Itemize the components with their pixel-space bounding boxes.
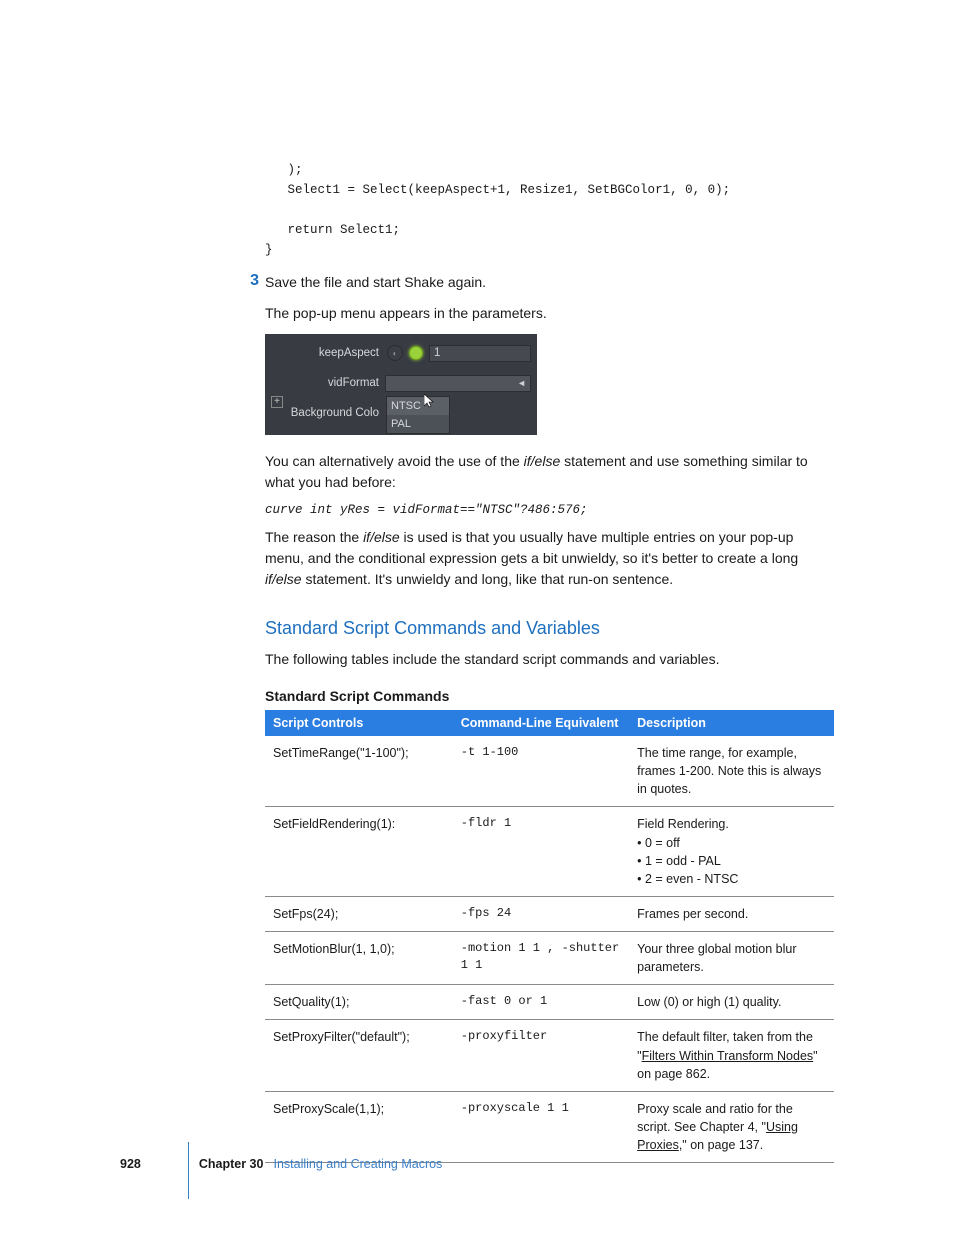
text: statement. It's unwieldy and long, like … bbox=[302, 571, 674, 587]
commands-table: Script Controls Command-Line Equivalent … bbox=[265, 710, 834, 1163]
text: You can alternatively avoid the use of t… bbox=[265, 453, 524, 469]
toggle-icon bbox=[409, 346, 423, 360]
cell-cmdline: -proxyfilter bbox=[453, 1020, 629, 1091]
param-label-bgcolor: Background Colo bbox=[271, 407, 385, 419]
table-row: SetQuality(1);-fast 0 or 1Low (0) or hig… bbox=[265, 985, 834, 1020]
italic-term: if/else bbox=[265, 571, 302, 587]
table-row: SetMotionBlur(1, 1,0);-motion 1 1 , -shu… bbox=[265, 932, 834, 985]
table-header: Script Controls bbox=[265, 710, 453, 736]
cell-description: The default filter, taken from the "Filt… bbox=[629, 1020, 834, 1091]
popup-option-ntsc[interactable]: NTSC bbox=[387, 397, 449, 415]
cross-ref-link[interactable]: Using Proxies bbox=[637, 1120, 798, 1152]
popup-option-pal[interactable]: PAL bbox=[387, 415, 449, 433]
section-heading: Standard Script Commands and Variables bbox=[265, 618, 834, 639]
subsection-heading: Standard Script Commands bbox=[265, 688, 834, 704]
paragraph: You can alternatively avoid the use of t… bbox=[265, 451, 834, 493]
param-label-vidformat: vidFormat bbox=[271, 377, 385, 389]
code-block-1: ); Select1 = Select(keepAspect+1, Resize… bbox=[265, 160, 834, 260]
cell-script: SetQuality(1); bbox=[265, 985, 453, 1020]
table-row: SetFieldRendering(1):-fldr 1Field Render… bbox=[265, 807, 834, 897]
table-row: SetProxyScale(1,1);-proxyscale 1 1Proxy … bbox=[265, 1091, 834, 1162]
code-line: curve int yRes = vidFormat=="NTSC"?486:5… bbox=[265, 503, 834, 517]
paragraph: The following tables include the standar… bbox=[265, 649, 834, 670]
cell-description: Field Rendering.• 0 = off• 1 = odd - PAL… bbox=[629, 807, 834, 897]
paragraph: The reason the if/else is used is that y… bbox=[265, 527, 834, 590]
cell-script: SetProxyScale(1,1); bbox=[265, 1091, 453, 1162]
cell-cmdline: -proxyscale 1 1 bbox=[453, 1091, 629, 1162]
page-footer: 928 Chapter 30 Installing and Creating M… bbox=[120, 1157, 834, 1171]
cross-ref-link[interactable]: Filters Within Transform Nodes bbox=[642, 1049, 814, 1063]
margin-rule bbox=[188, 1142, 189, 1199]
cell-cmdline: -fast 0 or 1 bbox=[453, 985, 629, 1020]
step-3: 3 Save the file and start Shake again. bbox=[265, 272, 834, 293]
cell-description: The time range, for example, frames 1-20… bbox=[629, 736, 834, 807]
dropdown-arrow-icon: ◄ bbox=[517, 378, 526, 388]
app-screenshot: keepAspect ◐ 1 vidFormat ◄ NTSC PAL + Ba… bbox=[265, 334, 537, 435]
chapter-title: Installing and Creating Macros bbox=[273, 1157, 442, 1171]
cell-description: Low (0) or high (1) quality. bbox=[629, 985, 834, 1020]
cell-description: Frames per second. bbox=[629, 896, 834, 931]
italic-term: if/else bbox=[363, 529, 400, 545]
popup-menu: NTSC PAL bbox=[386, 396, 450, 434]
italic-term: if/else bbox=[524, 453, 561, 469]
value-text: 1 bbox=[434, 347, 440, 359]
step-text: Save the file and start Shake again. bbox=[265, 272, 486, 293]
cell-cmdline: -fldr 1 bbox=[453, 807, 629, 897]
dropdown-field[interactable]: ◄ NTSC PAL bbox=[385, 375, 531, 392]
param-label-keepaspect: keepAspect bbox=[271, 347, 385, 359]
expand-icon[interactable]: + bbox=[271, 396, 283, 408]
table-row: SetTimeRange("1-100");-t 1-100The time r… bbox=[265, 736, 834, 807]
cell-script: SetTimeRange("1-100"); bbox=[265, 736, 453, 807]
value-field: 1 bbox=[429, 345, 531, 362]
cell-description: Your three global motion blur parameters… bbox=[629, 932, 834, 985]
cell-script: SetMotionBlur(1, 1,0); bbox=[265, 932, 453, 985]
cell-script: SetProxyFilter("default"); bbox=[265, 1020, 453, 1091]
table-row: SetFps(24);-fps 24Frames per second. bbox=[265, 896, 834, 931]
table-row: SetProxyFilter("default");-proxyfilterTh… bbox=[265, 1020, 834, 1091]
cell-script: SetFieldRendering(1): bbox=[265, 807, 453, 897]
cell-cmdline: -fps 24 bbox=[453, 896, 629, 931]
cell-description: Proxy scale and ratio for the script. Se… bbox=[629, 1091, 834, 1162]
page-number: 928 bbox=[120, 1157, 141, 1171]
chapter-label: Chapter 30 bbox=[199, 1157, 264, 1171]
table-header: Description bbox=[629, 710, 834, 736]
cell-cmdline: -motion 1 1 , -shutter 1 1 bbox=[453, 932, 629, 985]
text: The reason the bbox=[265, 529, 363, 545]
table-header: Command-Line Equivalent bbox=[453, 710, 629, 736]
cell-cmdline: -t 1-100 bbox=[453, 736, 629, 807]
step-number: 3 bbox=[239, 272, 259, 293]
cell-script: SetFps(24); bbox=[265, 896, 453, 931]
anim-toggle-icon: ◐ bbox=[387, 345, 403, 361]
paragraph: The pop-up menu appears in the parameter… bbox=[265, 303, 834, 324]
